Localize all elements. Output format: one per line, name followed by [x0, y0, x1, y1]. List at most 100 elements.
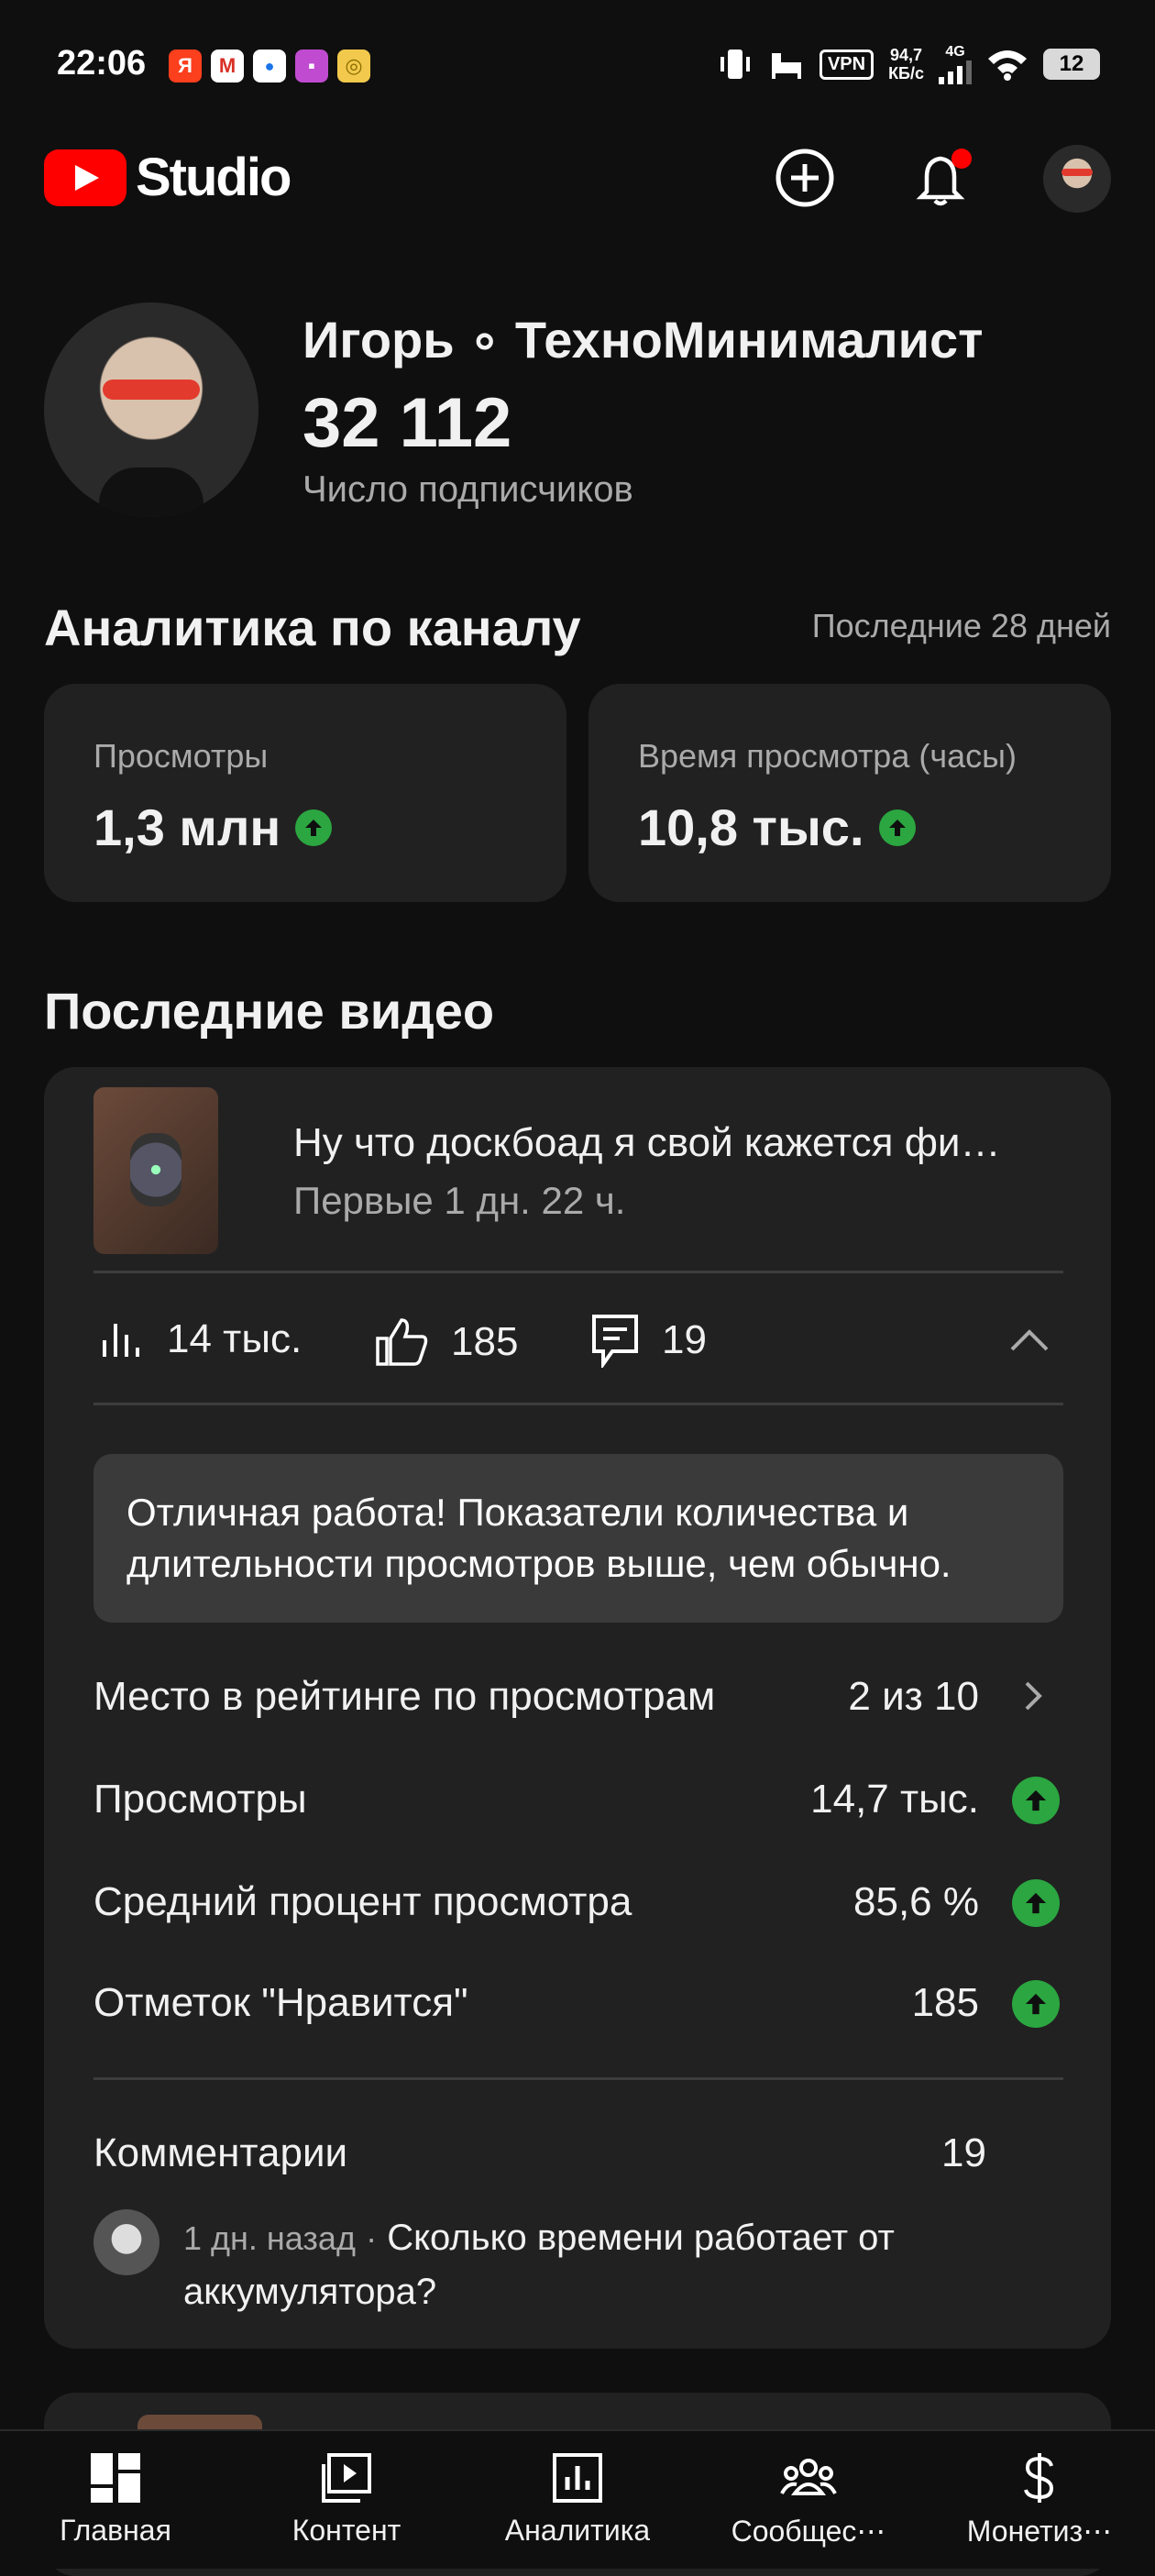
status-bar: 22:06 Я M ● ▪ ◎ VPN 94,7 КБ/с 4G 12: [0, 0, 1155, 138]
shoulders-shape: [99, 468, 204, 517]
gmail-icon: M: [211, 50, 244, 83]
system-indicators: VPN 94,7 КБ/с 4G 12: [717, 44, 1100, 84]
arrow-up-icon: [1012, 1777, 1060, 1824]
wifi-icon: [988, 50, 1027, 81]
glasses-icon: [103, 380, 200, 400]
nav-community-label: Сообщес⋯: [731, 2515, 886, 2548]
signal-icon: [939, 61, 972, 84]
divider: [94, 1403, 1063, 1405]
nav-monetization[interactable]: Монетиз⋯: [924, 2431, 1155, 2569]
latest-comment[interactable]: 1 дн. назад · Сколько времени работает о…: [183, 2211, 1027, 2318]
commenter-avatar: [94, 2209, 160, 2275]
create-button[interactable]: [768, 141, 842, 215]
views-card[interactable]: Просмотры 1,3 млн: [44, 684, 566, 902]
keyboard-knob-shape: [130, 1133, 182, 1206]
studio-logo[interactable]: Studio: [44, 147, 292, 208]
calendar-icon: ▪: [295, 50, 328, 83]
glasses-icon: [1062, 169, 1093, 176]
bed-icon: [771, 53, 801, 79]
speed-value: 94,7: [890, 46, 923, 64]
video-title[interactable]: Ну что доскбоад я свой кажется фи…: [293, 1120, 1063, 1166]
add-circle-icon: [776, 149, 834, 207]
chevron-right-icon[interactable]: [1019, 1678, 1047, 1719]
analytics-icon: [553, 2453, 602, 2503]
bar-chart-icon: [103, 1324, 139, 1357]
comments-count: 19: [941, 2130, 986, 2175]
views-row-value: 14,7 тыс.: [810, 1777, 979, 1822]
arrow-up-icon: [1012, 1879, 1060, 1927]
yandex-icon: Я: [169, 50, 202, 83]
youtube-play-icon: [44, 149, 126, 206]
vpn-badge: VPN: [819, 49, 874, 80]
watch-time-value: 10,8 тыс.: [638, 798, 864, 856]
chevron-up-icon: [1010, 1329, 1049, 1351]
comment-icon: [592, 1315, 638, 1368]
cellular-signal: 4G: [939, 44, 972, 84]
likes-row-value: 185: [911, 1980, 979, 2025]
logo-text: Studio: [136, 148, 292, 207]
divider: [94, 1271, 1063, 1273]
channel-avatar[interactable]: [44, 303, 258, 517]
recent-videos-title: Последние видео: [44, 982, 495, 1040]
watch-time-card[interactable]: Время просмотра (часы) 10,8 тыс.: [588, 684, 1111, 902]
bottom-navigation: Главная Контент Аналитика Сообщес⋯ Монет…: [0, 2429, 1155, 2569]
arrow-up-icon: [1012, 1980, 1060, 2028]
watch-time-label: Время просмотра (часы): [638, 737, 1017, 775]
video-period: Первые 1 дн. 22 ч.: [293, 1179, 626, 1222]
video-library-icon: [322, 2453, 371, 2503]
video-thumbnail[interactable]: [94, 1087, 218, 1254]
rank-label[interactable]: Место в рейтинге по просмотрам: [94, 1674, 715, 1720]
likes-stat-value: 185: [451, 1319, 519, 1364]
likes-row-label: Отметок "Нравится": [94, 1980, 468, 2025]
channel-name: Игорь ∘ ТехноМинималист: [302, 311, 984, 369]
dollar-icon: [1024, 2453, 1054, 2503]
views-value: 1,3 млн: [94, 798, 281, 856]
views-row-label: Просмотры: [94, 1777, 307, 1822]
nav-home-label: Главная: [60, 2514, 171, 2547]
dashboard-icon: [91, 2453, 140, 2503]
coin-icon: ◎: [337, 50, 370, 83]
watch-time-value-wrap: 10,8 тыс.: [638, 798, 916, 857]
nav-home[interactable]: Главная: [0, 2431, 231, 2569]
arrow-up-icon: [878, 809, 916, 846]
comment-separator: ·: [366, 2219, 378, 2257]
rank-value: 2 из 10: [848, 1674, 979, 1719]
analytics-period: Последние 28 дней: [811, 607, 1111, 644]
views-stat-value: 14 тыс.: [167, 1316, 302, 1361]
comments-label[interactable]: Комментарии: [94, 2130, 347, 2176]
notification-icons: Я M ● ▪ ◎: [169, 50, 370, 83]
battery-icon: 12: [1043, 49, 1100, 80]
notifications-button[interactable]: [904, 141, 977, 215]
bell-icon: [916, 149, 972, 206]
account-avatar[interactable]: [1043, 145, 1111, 213]
speed-unit: КБ/с: [888, 64, 924, 83]
app-dots-icon: ●: [253, 50, 286, 83]
nav-community[interactable]: Сообщес⋯: [693, 2431, 924, 2569]
avg-percent-label: Средний процент просмотра: [94, 1879, 632, 1924]
nav-analytics-label: Аналитика: [504, 2514, 651, 2547]
vibrate-icon: [720, 50, 750, 79]
network-type: 4G: [945, 44, 965, 60]
comments-stat-value: 19: [662, 1317, 707, 1362]
views-label: Просмотры: [94, 737, 269, 775]
analytics-title: Аналитика по каналу: [44, 599, 581, 656]
likes-stat: 185: [374, 1316, 518, 1368]
community-icon: [780, 2459, 837, 2495]
avg-percent-value: 85,6 %: [853, 1879, 979, 1924]
comment-time: 1 дн. назад: [183, 2219, 356, 2257]
thumbs-up-icon: [376, 1318, 428, 1366]
network-speed: 94,7 КБ/с: [888, 46, 924, 83]
nav-analytics[interactable]: Аналитика: [462, 2431, 693, 2569]
views-value-wrap: 1,3 млн: [94, 798, 333, 857]
nav-content[interactable]: Контент: [231, 2431, 462, 2569]
arrow-up-icon: [295, 809, 333, 846]
divider: [94, 2077, 1063, 2080]
callout-text: Отличная работа! Показатели количества и…: [126, 1491, 952, 1585]
nav-monetization-label: Монетиз⋯: [966, 2515, 1113, 2548]
views-stat: 14 тыс.: [99, 1316, 302, 1362]
collapse-button[interactable]: [1008, 1326, 1050, 1358]
subscriber-count: 32 112: [302, 384, 512, 462]
comments-stat: 19: [590, 1313, 707, 1368]
performance-callout: Отличная работа! Показатели количества и…: [94, 1454, 1063, 1623]
subscriber-label: Число подписчиков: [302, 469, 633, 510]
